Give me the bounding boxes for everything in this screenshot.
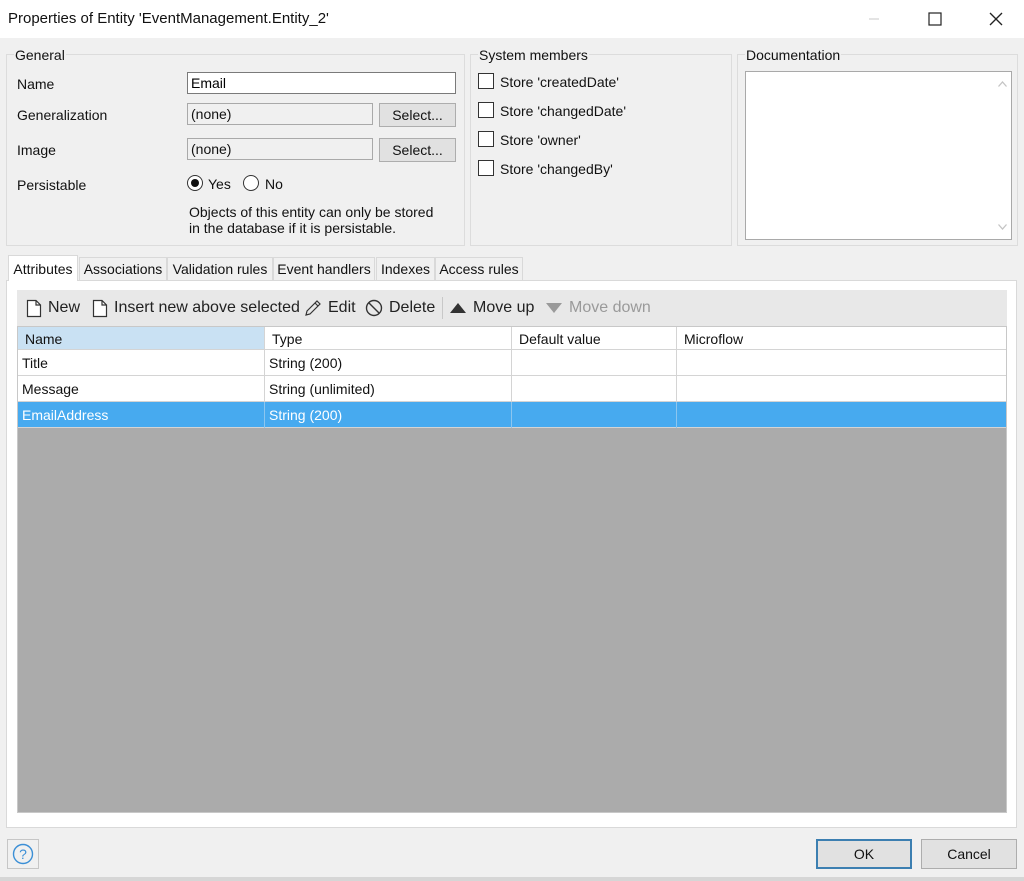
cell-name: Title <box>18 350 265 376</box>
column-header-type[interactable]: Type <box>265 327 512 350</box>
tab-attributes[interactable]: Attributes <box>8 255 78 281</box>
maximize-icon <box>928 12 942 26</box>
cell-default-value <box>512 350 677 376</box>
cell-microflow <box>677 402 1006 428</box>
persistable-yes-label[interactable]: Yes <box>208 176 231 192</box>
cell-default-value <box>512 402 677 428</box>
tab-access-rules[interactable]: Access rules <box>435 257 523 280</box>
move-down-button[interactable]: Move down <box>545 290 651 326</box>
move-up-button-label: Move up <box>473 299 535 316</box>
cell-microflow <box>677 376 1006 402</box>
attributes-toolbar: New Insert new above selected Edit Delet… <box>17 290 1007 326</box>
move-up-button[interactable]: Move up <box>449 290 534 326</box>
persistable-no-label[interactable]: No <box>265 176 283 192</box>
insert-above-button[interactable]: Insert new above selected <box>92 290 300 326</box>
image-select-button[interactable]: Select... <box>379 138 456 162</box>
pencil-icon <box>305 300 321 316</box>
name-input[interactable] <box>187 72 456 94</box>
cell-name: EmailAddress <box>18 402 265 428</box>
general-legend: General <box>14 47 66 63</box>
help-button[interactable]: ? <box>7 839 39 869</box>
cell-microflow <box>677 350 1006 376</box>
documentation-scrollbar[interactable] <box>994 72 1011 239</box>
generalization-field: (none) <box>187 103 373 125</box>
system-members-legend: System members <box>478 47 589 63</box>
generalization-select-button[interactable]: Select... <box>379 103 456 127</box>
persistable-no-radio[interactable] <box>243 175 259 191</box>
store-owner-label[interactable]: Store 'owner' <box>500 132 581 148</box>
edit-button[interactable]: Edit <box>304 290 356 326</box>
store-changed-date-checkbox[interactable] <box>478 102 494 118</box>
toolbar-separator <box>442 297 443 319</box>
edit-button-label: Edit <box>328 299 356 316</box>
table-row[interactable]: Message String (unlimited) <box>18 376 1006 402</box>
new-button-label: New <box>48 299 81 316</box>
image-label: Image <box>17 142 56 158</box>
close-icon <box>989 12 1003 26</box>
insert-above-button-label: Insert new above selected <box>114 299 300 316</box>
delete-button-label: Delete <box>389 299 436 316</box>
column-header-microflow[interactable]: Microflow <box>677 327 1006 350</box>
cancel-button[interactable]: Cancel <box>921 839 1017 869</box>
delete-button[interactable]: Delete <box>365 290 435 326</box>
tab-event-handlers[interactable]: Event handlers <box>273 257 375 280</box>
cell-default-value <box>512 376 677 402</box>
window-bottom-edge <box>0 877 1024 881</box>
move-down-button-label: Move down <box>569 299 651 316</box>
attributes-grid[interactable]: Name Type Default value Microflow Title … <box>17 326 1007 813</box>
new-button[interactable]: New <box>26 290 80 326</box>
triangle-down-icon <box>546 303 562 313</box>
store-changed-by-label[interactable]: Store 'changedBy' <box>500 161 613 177</box>
tab-validation-rules[interactable]: Validation rules <box>167 257 273 280</box>
cell-type: String (200) <box>265 350 512 376</box>
help-icon: ? <box>12 843 34 865</box>
cell-type: String (unlimited) <box>265 376 512 402</box>
triangle-up-icon <box>450 303 466 313</box>
maximize-button[interactable] <box>912 0 958 38</box>
scroll-down-icon <box>998 224 1007 230</box>
delete-icon <box>365 299 383 317</box>
tab-associations[interactable]: Associations <box>79 257 167 280</box>
window-title: Properties of Entity 'EventManagement.En… <box>8 10 329 27</box>
cell-name: Message <box>18 376 265 402</box>
tab-indexes[interactable]: Indexes <box>376 257 435 280</box>
store-changed-date-label[interactable]: Store 'changedDate' <box>500 103 626 119</box>
ok-button[interactable]: OK <box>816 839 912 869</box>
name-label: Name <box>17 76 55 92</box>
documentation-legend: Documentation <box>745 47 842 63</box>
store-created-date-label[interactable]: Store 'createdDate' <box>500 74 619 90</box>
close-button[interactable] <box>973 0 1019 38</box>
store-owner-checkbox[interactable] <box>478 131 494 147</box>
store-created-date-checkbox[interactable] <box>478 73 494 89</box>
generalization-label: Generalization <box>17 107 108 123</box>
store-changed-by-checkbox[interactable] <box>478 160 494 176</box>
persistable-note-line2: in the database if it is persistable. <box>189 220 397 236</box>
column-header-name[interactable]: Name <box>18 327 265 350</box>
persistable-note-line1: Objects of this entity can only be store… <box>189 204 434 220</box>
table-row[interactable]: Title String (200) <box>18 350 1006 376</box>
title-bar: Properties of Entity 'EventManagement.En… <box>0 0 1024 38</box>
minimize-button[interactable] <box>851 0 897 38</box>
insert-document-icon <box>92 299 108 317</box>
image-field: (none) <box>187 138 373 160</box>
table-row-selected[interactable]: EmailAddress String (200) <box>18 402 1006 428</box>
cell-type: String (200) <box>265 402 512 428</box>
new-document-icon <box>26 299 42 317</box>
persistable-yes-radio[interactable] <box>187 175 203 191</box>
radio-selected-dot <box>191 179 199 187</box>
column-header-default-value[interactable]: Default value <box>512 327 677 350</box>
persistable-label: Persistable <box>17 177 87 193</box>
minimize-icon <box>869 18 879 20</box>
documentation-textarea[interactable] <box>745 71 1012 240</box>
scroll-up-icon <box>998 81 1007 87</box>
svg-text:?: ? <box>19 846 27 862</box>
